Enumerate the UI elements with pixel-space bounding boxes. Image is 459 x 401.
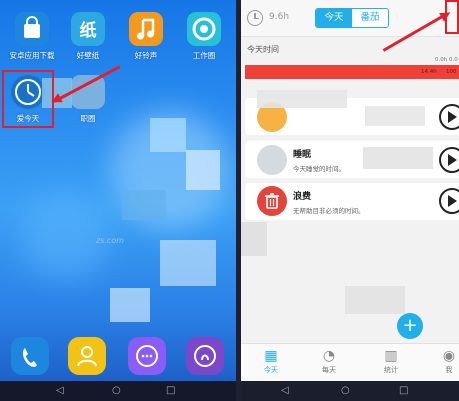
back-button[interactable]: ◁	[281, 386, 289, 396]
play-button[interactable]	[439, 147, 459, 173]
blurred-region	[345, 286, 405, 314]
app-label: 职圈	[80, 114, 96, 123]
blurred-region	[186, 150, 220, 190]
calendar-icon: ▦	[264, 348, 278, 364]
blurred-region	[365, 106, 425, 126]
tab-label: 每天	[322, 366, 336, 374]
activity-description: 无帮助目非必须的时间。	[293, 207, 365, 215]
browser-icon[interactable]	[186, 337, 224, 375]
today-app-screen: 9.6h 今天 番茄 今天时间 0.0h 0.0 14.4h 100 睡眠 今天…	[241, 0, 459, 401]
blurred-region	[160, 240, 216, 286]
tab-every-day[interactable]: ◔ 每天	[307, 347, 351, 375]
phone-icon[interactable]	[11, 337, 49, 375]
tab-tomato[interactable]: 番茄	[352, 9, 388, 27]
activity-card-work[interactable]	[245, 90, 459, 135]
person-icon: ◉	[442, 348, 456, 364]
career-app-icon	[71, 75, 105, 109]
progress-bar-value: 14.4h	[421, 69, 437, 75]
time-progress-bar: 14.4h 100	[245, 65, 459, 79]
progress-bar-percent: 100	[446, 69, 457, 75]
blurred-region	[363, 147, 433, 169]
tab-today-bottom[interactable]: ▦ 今天	[249, 347, 293, 375]
app-label: 安卓应用下载	[9, 51, 55, 60]
navigation-bar: ◁ ○ □	[241, 381, 459, 401]
view-toggle: 今天 番茄	[315, 8, 389, 28]
shopping-bag-icon	[15, 12, 49, 46]
add-button[interactable]: +	[397, 313, 423, 339]
blurred-region	[257, 90, 347, 108]
tab-label: 我	[445, 366, 453, 374]
progress-top-value: 0.0h 0.0	[435, 57, 458, 63]
app-label: 好壁纸	[76, 51, 100, 60]
activity-title: 浪费	[293, 192, 312, 202]
watermark: zs.com	[96, 236, 124, 245]
recent-apps-button[interactable]: □	[399, 386, 408, 396]
bar-chart-icon: ▥	[384, 348, 398, 364]
messages-icon[interactable]	[128, 337, 166, 375]
home-screen: 安卓应用下载 纸 好壁纸 好铃声 工作圈 爱今天 职圈 zs.com ◁ ○ □	[0, 0, 236, 401]
app-ringtone[interactable]: 好铃声	[118, 12, 174, 61]
blurred-region	[122, 190, 166, 220]
sleep-icon	[257, 145, 287, 175]
blurred-region	[150, 118, 186, 152]
svg-text:纸: 纸	[80, 20, 97, 41]
clock-icon	[247, 10, 263, 26]
music-note-icon	[129, 12, 163, 46]
activity-card-waste[interactable]: 浪费 无帮助目非必须的时间。	[245, 183, 459, 220]
home-button[interactable]: ○	[341, 386, 350, 396]
tab-label: 统计	[384, 366, 398, 374]
app-android-download[interactable]: 安卓应用下载	[4, 12, 60, 61]
activity-description: 今天睡觉的时间。	[293, 165, 345, 173]
app-work-circle[interactable]: 工作圈	[176, 12, 232, 61]
tab-statistics[interactable]: ▥ 统计	[369, 347, 413, 375]
tab-today[interactable]: 今天	[316, 9, 352, 27]
play-button[interactable]	[439, 104, 459, 130]
app-label: 好铃声	[134, 51, 158, 60]
highlight-box	[2, 70, 54, 128]
blurred-region	[110, 288, 150, 322]
navigation-bar: ◁ ○ □	[0, 381, 236, 401]
tab-me[interactable]: ◉ 我	[427, 347, 459, 375]
pie-chart-icon: ◔	[322, 348, 336, 364]
app-wallpaper[interactable]: 纸 好壁纸	[60, 12, 116, 61]
tab-label: 今天	[264, 366, 278, 374]
play-button[interactable]	[439, 188, 459, 214]
home-button[interactable]: ○	[112, 386, 121, 396]
app-header: 9.6h 今天 番茄	[241, 0, 459, 37]
recent-apps-button[interactable]: □	[166, 386, 175, 396]
section-title: 今天时间	[247, 45, 279, 54]
activity-title: 睡眠	[293, 150, 312, 160]
trash-icon	[257, 186, 287, 216]
wallpaper-app-icon: 纸	[71, 12, 105, 46]
wallpaper-glow	[20, 190, 110, 280]
app-label: 工作圈	[192, 51, 216, 60]
total-hours: 9.6h	[269, 12, 290, 22]
work-circle-icon	[187, 12, 221, 46]
bottom-tab-bar: ▦ 今天 ◔ 每天 ▥ 统计 ◉ 我	[241, 343, 459, 381]
blurred-region	[241, 222, 267, 256]
contacts-icon[interactable]	[68, 337, 106, 375]
activity-card-sleep[interactable]: 睡眠 今天睡觉的时间。	[245, 141, 459, 178]
back-button[interactable]: ◁	[56, 386, 64, 396]
